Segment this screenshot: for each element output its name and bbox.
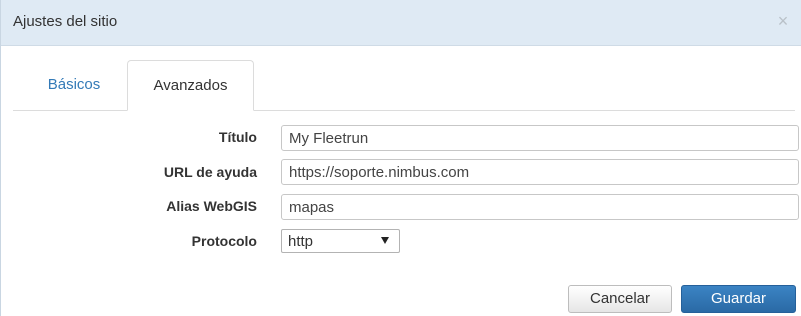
alias-webgis-label: Alias WebGIS: [166, 198, 257, 214]
protocolo-select[interactable]: http: [281, 229, 400, 253]
tab-basicos-label: Básicos: [47, 76, 101, 93]
protocolo-selected-value: http: [288, 233, 314, 250]
protocolo-label: Protocolo: [191, 233, 257, 249]
alias-webgis-input[interactable]: [281, 194, 799, 220]
titulo-input[interactable]: [281, 125, 799, 151]
save-button[interactable]: Guardar: [681, 285, 796, 313]
close-icon[interactable]: ×: [775, 12, 791, 30]
dialog-title: Ajustes del sitio: [13, 13, 118, 30]
tab-basicos[interactable]: Básicos: [29, 60, 119, 111]
titulo-label: Título: [218, 129, 257, 145]
tab-avanzados-label: Avanzados: [153, 77, 228, 94]
tab-avanzados[interactable]: Avanzados: [127, 60, 254, 111]
cancel-button[interactable]: Cancelar: [568, 285, 672, 313]
dialog-titlebar: Ajustes del sitio ×: [1, 0, 801, 46]
url-ayuda-input[interactable]: [281, 159, 799, 185]
url-ayuda-label: URL de ayuda: [163, 164, 257, 180]
chevron-down-icon: [381, 237, 389, 244]
site-settings-dialog: Ajustes del sitio × Básicos Avanzados Tí…: [0, 0, 801, 316]
